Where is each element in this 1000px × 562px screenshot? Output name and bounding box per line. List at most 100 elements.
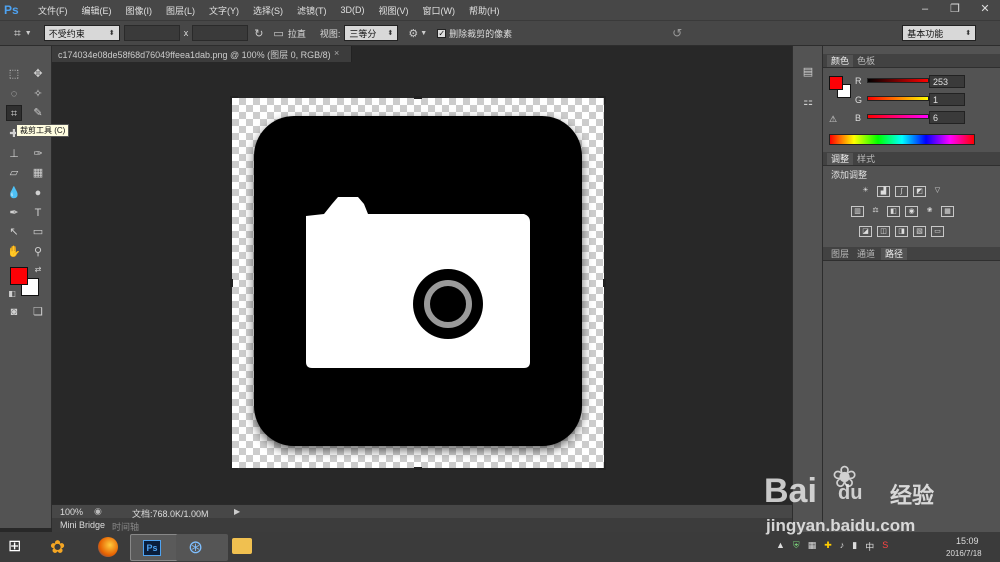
tab-mini-bridge[interactable]: Mini Bridge <box>60 520 105 530</box>
blur-tool-icon[interactable]: 💧 <box>6 185 22 201</box>
hue-saturation-icon[interactable]: ▥ <box>851 206 864 217</box>
r-value[interactable]: 253 <box>929 75 965 88</box>
security-icon[interactable]: ✚ <box>824 540 832 553</box>
levels-icon[interactable]: ▟ <box>877 186 890 197</box>
properties-panel-icon[interactable]: ⚏ <box>800 94 816 110</box>
history-brush-icon[interactable]: ✑ <box>30 146 46 162</box>
g-value[interactable]: 1 <box>929 93 965 106</box>
info-arrow-icon[interactable]: ▶ <box>234 507 240 516</box>
shape-tool-icon[interactable]: ▭ <box>30 224 46 240</box>
path-select-icon[interactable]: ↖ <box>6 224 22 240</box>
tab-layers[interactable]: 图层 <box>827 248 853 260</box>
threshold-icon[interactable]: ◨ <box>895 226 908 237</box>
menu-window[interactable]: 窗口(W) <box>423 4 456 17</box>
b-slider[interactable] <box>867 114 929 119</box>
crop-tool-preset-icon[interactable]: ⌗ <box>14 26 21 41</box>
tab-color[interactable]: 颜色 <box>827 55 854 67</box>
tab-adjustments[interactable]: 调整 <box>827 153 854 165</box>
tab-swatches[interactable]: 色板 <box>853 55 879 67</box>
height-input[interactable] <box>192 25 249 41</box>
volume-icon[interactable]: ♪ <box>840 540 845 553</box>
network-icon[interactable]: ▦ <box>808 540 817 553</box>
taskbar-explorer[interactable] <box>220 534 272 561</box>
selective-color-icon[interactable]: ▧ <box>913 226 926 237</box>
menu-file[interactable]: 文件(F) <box>38 4 68 17</box>
menu-edit[interactable]: 编辑(E) <box>82 4 112 17</box>
signal-icon[interactable]: ▮ <box>852 540 857 553</box>
r-slider[interactable] <box>867 78 929 83</box>
stamp-tool-icon[interactable]: ⊥ <box>6 146 22 162</box>
swap-colors-icon[interactable]: ⇄ <box>30 262 46 278</box>
canvas-area[interactable] <box>52 62 792 504</box>
screen-mode-icon[interactable]: ❏ <box>30 304 46 320</box>
menu-filter[interactable]: 滤镜(T) <box>297 4 327 17</box>
windows-start-icon[interactable]: ⊞ <box>8 538 28 556</box>
gradient-tool-icon[interactable]: ▦ <box>30 165 46 181</box>
gradient-map-icon[interactable]: ▭ <box>931 226 944 237</box>
channel-mixer-icon[interactable]: ❀ <box>923 206 936 217</box>
menu-image[interactable]: 图像(I) <box>126 4 153 17</box>
curves-icon[interactable]: ∫ <box>895 186 908 197</box>
color-balance-icon[interactable]: ⚖ <box>869 206 882 217</box>
zoom-tool-icon[interactable]: ⚲ <box>30 244 46 260</box>
menu-layer[interactable]: 图层(L) <box>166 4 195 17</box>
magic-wand-icon[interactable]: ✧ <box>30 86 46 102</box>
crop-handle-bottom[interactable] <box>414 467 422 470</box>
status-icon[interactable]: ◉ <box>94 506 102 517</box>
tab-paths[interactable]: 路径 <box>881 248 908 260</box>
hand-tool-icon[interactable]: ✋ <box>6 244 22 260</box>
zoom-level[interactable]: 100% <box>60 507 83 517</box>
color-lookup-icon[interactable]: ▦ <box>941 206 954 217</box>
black-white-icon[interactable]: ◧ <box>887 206 900 217</box>
history-panel-icon[interactable]: ▤ <box>800 64 816 80</box>
color-spectrum-bar[interactable] <box>829 134 975 145</box>
workspace-select[interactable]: 基本功能 ⬍ <box>902 25 977 41</box>
color-fg-swatch[interactable] <box>829 76 843 90</box>
straighten-label[interactable]: 拉直 <box>288 27 306 40</box>
exposure-icon[interactable]: ◩ <box>913 186 926 197</box>
crop-handle-br[interactable] <box>598 462 606 470</box>
menu-3d[interactable]: 3D(D) <box>341 5 365 15</box>
reset-icon[interactable]: ↺ <box>672 26 682 40</box>
crop-tool-icon[interactable]: ⌗ <box>6 105 22 121</box>
foreground-color-swatch[interactable] <box>10 267 28 285</box>
tab-styles[interactable]: 样式 <box>853 153 879 165</box>
move-tool-icon[interactable]: ✥ <box>30 66 46 82</box>
straighten-icon[interactable]: ▭ <box>273 27 283 40</box>
taskbar-photoshop[interactable]: Ps <box>130 534 182 561</box>
menu-select[interactable]: 选择(S) <box>253 4 283 17</box>
crop-handle-right[interactable] <box>603 279 606 287</box>
up-arrow-icon[interactable]: ▲ <box>776 540 785 553</box>
view-select[interactable]: 三等分 ⬍ <box>344 25 399 41</box>
quick-mask-icon[interactable]: ◙ <box>6 304 22 320</box>
marquee-tool-icon[interactable]: ⬚ <box>6 66 22 82</box>
menu-view[interactable]: 视图(V) <box>379 4 409 17</box>
ratio-select[interactable]: 不受约束 ⬍ <box>43 25 120 41</box>
menu-help[interactable]: 帮助(H) <box>469 4 500 17</box>
crop-handle-top[interactable] <box>414 96 422 99</box>
maximize-icon[interactable]: ❐ <box>940 0 970 18</box>
tab-channels[interactable]: 通道 <box>853 248 879 260</box>
pen-tool-icon[interactable]: ✒ <box>6 205 22 221</box>
sogou-icon[interactable]: S <box>882 540 888 553</box>
crop-handle-tr[interactable] <box>598 96 606 104</box>
eraser-tool-icon[interactable]: ▱ <box>6 165 22 181</box>
width-input[interactable] <box>123 25 180 41</box>
crop-handle-tl[interactable] <box>230 96 238 104</box>
gear-icon[interactable]: ⚙ <box>408 27 418 40</box>
swap-icon[interactable]: ↻ <box>254 27 263 40</box>
close-icon[interactable]: × <box>334 48 339 58</box>
vibrance-icon[interactable]: ▽ <box>931 186 944 197</box>
crop-handle-left[interactable] <box>230 279 233 287</box>
ime-indicator[interactable]: 中 <box>865 540 874 553</box>
taskbar-app-360[interactable]: ✿ <box>36 534 88 561</box>
document-tab[interactable]: c174034e08de58f68d76049ffeea1dab.png @ 1… <box>52 46 352 62</box>
eyedropper-icon[interactable]: ✎ <box>30 105 46 121</box>
g-slider[interactable] <box>867 96 929 101</box>
brightness-icon[interactable]: ☀ <box>859 186 872 197</box>
invert-icon[interactable]: ◪ <box>859 226 872 237</box>
preset-caret-icon[interactable]: ▼ <box>25 30 32 37</box>
menu-type[interactable]: 文字(Y) <box>209 4 239 17</box>
default-colors-icon[interactable]: ◧ <box>4 286 20 302</box>
delete-cropped-checkbox[interactable]: ✓ <box>437 28 447 38</box>
